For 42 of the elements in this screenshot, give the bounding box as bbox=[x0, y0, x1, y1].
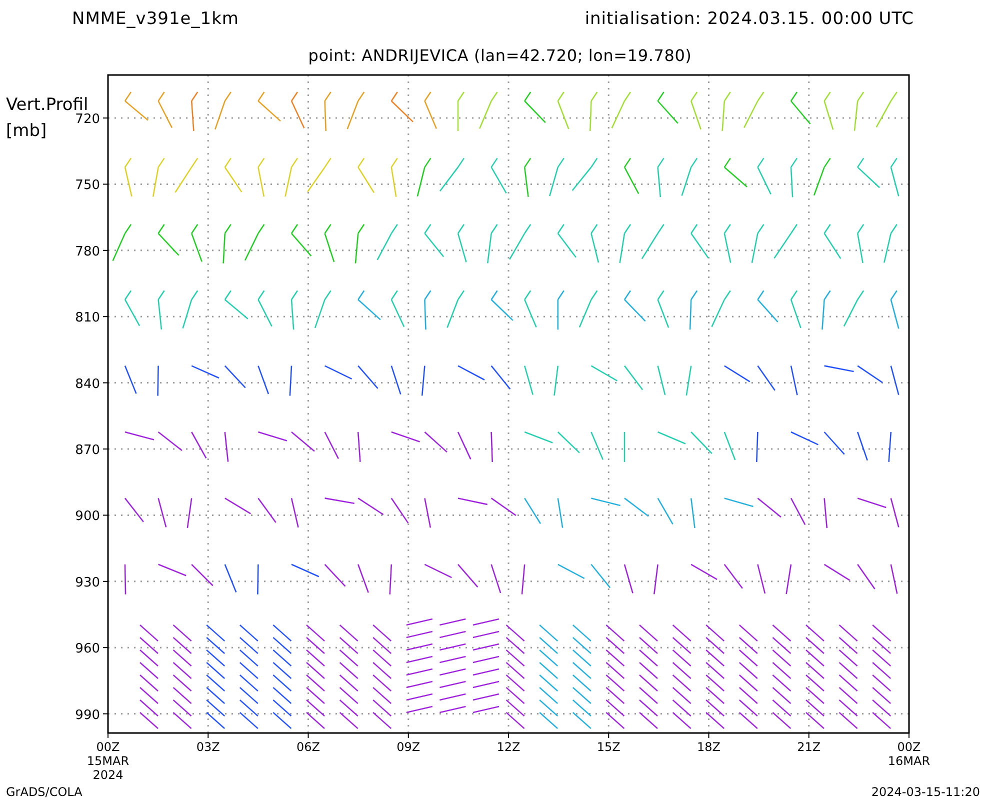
software-credit: GrADS/COLA bbox=[6, 785, 82, 799]
tick-mark bbox=[708, 732, 710, 738]
y-tick-label: 990 bbox=[75, 708, 100, 723]
x-tick-label: 06Z bbox=[296, 740, 320, 754]
y-axis-title: [mb] bbox=[6, 121, 47, 141]
y-tick-label: 930 bbox=[75, 575, 100, 590]
tick-mark bbox=[408, 732, 409, 738]
tick-mark bbox=[102, 382, 108, 384]
y-tick-label: 900 bbox=[75, 509, 100, 524]
x-tick-label: 12Z bbox=[496, 740, 520, 754]
tick-mark bbox=[508, 732, 509, 738]
x-tick-label: 21Z bbox=[797, 740, 821, 754]
y-tick-label: 750 bbox=[75, 178, 100, 194]
tick-mark bbox=[102, 713, 108, 714]
tick-mark bbox=[608, 732, 610, 738]
timestamp: 2024-03-15-11:20 bbox=[871, 785, 980, 799]
y-tick-label: 720 bbox=[75, 112, 100, 127]
tick-mark bbox=[808, 732, 810, 738]
tick-mark bbox=[102, 184, 108, 185]
tick-mark bbox=[102, 514, 108, 516]
x-tick-label: 15Z bbox=[596, 740, 620, 754]
tick-mark bbox=[208, 732, 209, 738]
tick-mark bbox=[102, 647, 108, 648]
y-tick-label: 780 bbox=[75, 244, 100, 260]
tick-mark bbox=[908, 732, 910, 738]
tick-mark bbox=[102, 580, 108, 582]
tick-mark bbox=[102, 250, 108, 251]
tick-mark bbox=[102, 448, 108, 450]
y-tick-label: 960 bbox=[75, 642, 100, 657]
y-tick-label: 840 bbox=[75, 376, 100, 392]
x-tick-label: 00Z 15MAR 2024 bbox=[86, 740, 130, 782]
point-title: point: ANDRIJEVICA (lan=42.720; lon=19.780) bbox=[308, 46, 692, 64]
tick-mark bbox=[308, 732, 309, 738]
x-tick-label: 09Z bbox=[396, 740, 420, 754]
x-tick-label: 00Z 16MAR bbox=[888, 740, 930, 768]
y-tick-label: 870 bbox=[75, 443, 100, 458]
model-title: NMME_v391e_1km bbox=[72, 9, 239, 29]
x-tick-label: 18Z bbox=[697, 740, 720, 754]
y-tick-label: 810 bbox=[75, 310, 100, 326]
x-tick-label: 03Z bbox=[196, 740, 220, 754]
initialisation-time: initialisation: 2024.03.15. 00:00 UTC bbox=[584, 9, 914, 29]
tick-mark bbox=[102, 316, 108, 318]
